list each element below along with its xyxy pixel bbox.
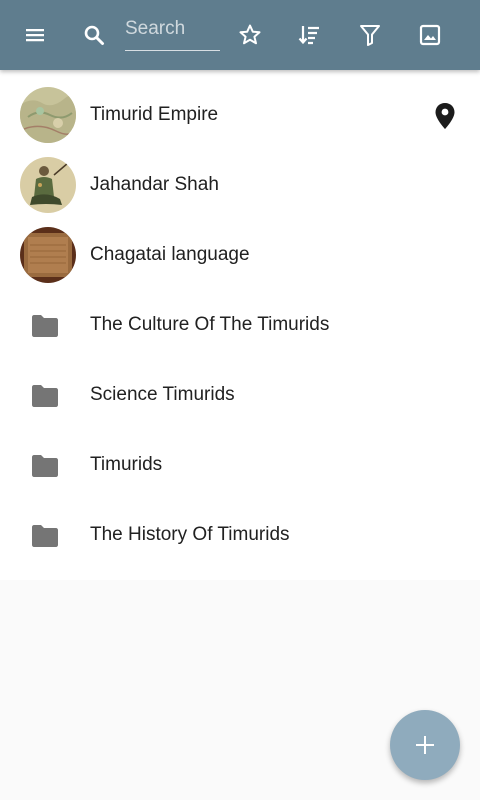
list-item-label: The Culture Of The Timurids bbox=[90, 314, 330, 335]
items-list: Timurid Empire Jahandar Shah Chagatai la… bbox=[0, 70, 480, 580]
search-field[interactable] bbox=[125, 14, 220, 51]
add-button[interactable] bbox=[390, 710, 460, 780]
list-item[interactable]: The Culture Of The Timurids bbox=[0, 280, 480, 350]
menu-icon[interactable] bbox=[23, 23, 47, 47]
list-item[interactable]: Jahandar Shah bbox=[0, 140, 480, 213]
star-icon[interactable] bbox=[238, 23, 262, 47]
location-pin-icon[interactable] bbox=[433, 102, 457, 130]
toolbar bbox=[0, 0, 480, 70]
folder-icon bbox=[31, 384, 59, 408]
map-thumbnail bbox=[20, 87, 76, 143]
list-item[interactable]: The History Of Timurids bbox=[0, 490, 480, 560]
list-item[interactable]: Science Timurids bbox=[0, 350, 480, 420]
sort-icon[interactable] bbox=[297, 23, 321, 47]
folder-icon bbox=[31, 314, 59, 338]
manuscript-thumbnail bbox=[20, 227, 76, 283]
portrait-thumbnail bbox=[20, 157, 76, 213]
list-item[interactable]: Timurid Empire bbox=[0, 70, 480, 143]
list-item[interactable]: Timurids bbox=[0, 420, 480, 490]
filter-icon[interactable] bbox=[358, 23, 382, 47]
list-item[interactable]: Chagatai language bbox=[0, 210, 480, 283]
list-item-label: Timurid Empire bbox=[90, 104, 219, 125]
plus-icon bbox=[416, 736, 434, 754]
folder-icon bbox=[31, 454, 59, 478]
list-item-label: Science Timurids bbox=[90, 384, 235, 405]
list-item-label: The History Of Timurids bbox=[90, 524, 290, 545]
search-icon[interactable] bbox=[82, 23, 106, 47]
search-input[interactable] bbox=[125, 14, 220, 44]
folder-icon bbox=[31, 524, 59, 548]
image-icon[interactable] bbox=[418, 23, 442, 47]
list-item-label: Jahandar Shah bbox=[90, 174, 219, 195]
list-item-label: Chagatai language bbox=[90, 244, 250, 265]
list-item-label: Timurids bbox=[90, 454, 163, 475]
